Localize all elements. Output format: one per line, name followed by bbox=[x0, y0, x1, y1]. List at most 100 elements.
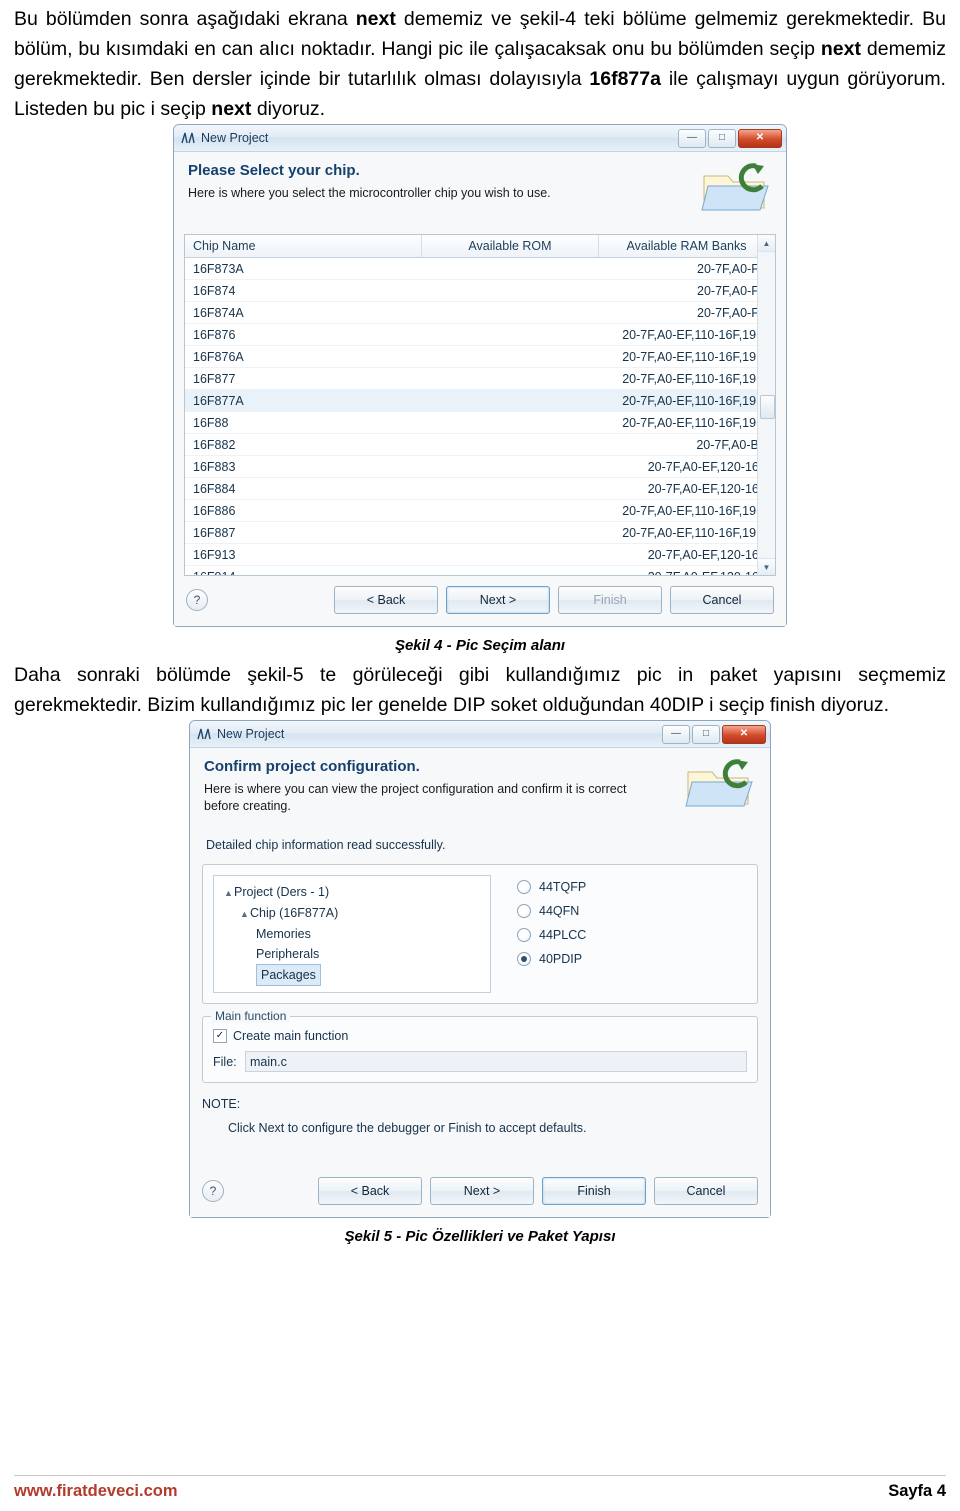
cell-available-ram-banks: 20-7F,A0-FF bbox=[598, 257, 775, 280]
table-row[interactable]: 16F886 20-7F,A0-EF,110-16F,19... bbox=[185, 499, 775, 522]
dialog2-header: Confirm project configuration. Here is w… bbox=[190, 748, 770, 826]
cell-available-ram-banks: 20-7F,A0-EF,110-16F,19... bbox=[598, 389, 775, 412]
cell-chip-name: 16F884 bbox=[185, 477, 422, 500]
close-button[interactable]: ✕ bbox=[738, 128, 782, 148]
table-row[interactable]: 16F884 20-7F,A0-EF,120-16F bbox=[185, 477, 775, 500]
tree-expander-icon[interactable]: ▲ bbox=[240, 904, 250, 924]
project-tree[interactable]: ▲Project (Ders - 1) ▲Chip (16F877A) Memori… bbox=[213, 875, 491, 993]
cell-available-ram-banks: 20-7F,A0-EF,110-16F,19... bbox=[598, 499, 775, 522]
table-row[interactable]: 16F913 20-7F,A0-EF,120-16F bbox=[185, 543, 775, 566]
next-button[interactable]: Next > bbox=[430, 1177, 534, 1205]
cancel-button[interactable]: Cancel bbox=[654, 1177, 758, 1205]
cell-available-rom bbox=[421, 455, 599, 478]
table-row[interactable]: 16F877A 20-7F,A0-EF,110-16F,19... bbox=[185, 389, 775, 412]
folder-icon bbox=[682, 756, 758, 812]
chip-config-group: ▲Project (Ders - 1) ▲Chip (16F877A) Memori… bbox=[202, 864, 758, 1004]
column-header-available-rom[interactable]: Available ROM bbox=[421, 235, 599, 258]
dialog2-heading: Confirm project configuration. bbox=[204, 758, 420, 775]
radio-button[interactable] bbox=[517, 904, 531, 918]
file-row: File: main.c bbox=[213, 1051, 747, 1072]
maximize-button[interactable]: □ bbox=[692, 724, 720, 744]
chip-table: Chip Name Available ROM Available RAM Ba… bbox=[185, 235, 775, 575]
tree-item[interactable]: ▲Project (Ders - 1) bbox=[222, 882, 482, 903]
close-button[interactable]: ✕ bbox=[722, 724, 766, 744]
radio-button[interactable] bbox=[517, 880, 531, 894]
back-button[interactable]: < Back bbox=[334, 586, 438, 614]
tree-expander-icon[interactable]: ▲ bbox=[224, 883, 234, 903]
package-radio-group[interactable]: 44TQFP 44QFN 44PLCC 40PDIP bbox=[491, 875, 586, 993]
emphasis-text: next bbox=[820, 38, 861, 60]
footer-website[interactable]: www.firatdeveci.com bbox=[14, 1482, 178, 1501]
table-row[interactable]: 16F874 20-7F,A0-FF bbox=[185, 279, 775, 302]
radio-button[interactable] bbox=[517, 952, 531, 966]
column-header-available-ram-banks[interactable]: Available RAM Banks bbox=[598, 235, 775, 258]
cell-available-rom bbox=[421, 521, 599, 544]
table-row[interactable]: 16F914 20-7F,A0-EF,120-16F bbox=[185, 565, 775, 575]
scroll-down-icon[interactable]: ▼ bbox=[758, 558, 775, 575]
table-row[interactable]: 16F874A 20-7F,A0-FF bbox=[185, 301, 775, 324]
cell-chip-name: 16F914 bbox=[185, 565, 422, 575]
finish-button[interactable]: Finish bbox=[542, 1177, 646, 1205]
app-icon bbox=[181, 131, 196, 146]
figure-4-container: New Project — □ ✕ Please Select your chi… bbox=[14, 124, 946, 627]
next-button[interactable]: Next > bbox=[446, 586, 550, 614]
cancel-button[interactable]: Cancel bbox=[670, 586, 774, 614]
cell-chip-name: 16F876 bbox=[185, 323, 422, 346]
column-header-chip-name[interactable]: Chip Name bbox=[185, 235, 422, 258]
package-option[interactable]: 44PLCC bbox=[517, 923, 586, 947]
body-text: Daha sonraki bölümde şekil-5 te görülece… bbox=[14, 664, 946, 716]
cell-available-ram-banks: 20-7F,A0-EF,110-16F,19... bbox=[598, 411, 775, 434]
body-text: diyoruz. bbox=[251, 98, 326, 120]
cell-chip-name: 16F877A bbox=[185, 389, 422, 412]
radio-button[interactable] bbox=[517, 928, 531, 942]
tree-item[interactable]: Peripherals bbox=[222, 944, 482, 964]
new-project-chip-dialog: New Project — □ ✕ Please Select your chi… bbox=[173, 124, 787, 627]
minimize-button[interactable]: — bbox=[662, 724, 690, 744]
back-button[interactable]: < Back bbox=[318, 1177, 422, 1205]
table-row[interactable]: 16F887 20-7F,A0-EF,110-16F,19... bbox=[185, 521, 775, 544]
table-row[interactable]: 16F876A 20-7F,A0-EF,110-16F,19... bbox=[185, 345, 775, 368]
cell-available-rom bbox=[421, 323, 599, 346]
table-row[interactable]: 16F873A 20-7F,A0-FF bbox=[185, 257, 775, 280]
package-option[interactable]: 40PDIP bbox=[517, 947, 586, 971]
paragraph-top: Bu bölümden sonra aşağıdaki ekrana next … bbox=[14, 0, 946, 124]
tree-item-label: Memories bbox=[256, 927, 311, 941]
table-row[interactable]: 16F883 20-7F,A0-EF,120-16F bbox=[185, 455, 775, 478]
cell-chip-name: 16F876A bbox=[185, 345, 422, 368]
chip-table-area[interactable]: Chip Name Available ROM Available RAM Ba… bbox=[184, 234, 776, 576]
package-option[interactable]: 44TQFP bbox=[517, 875, 586, 899]
cell-chip-name: 16F886 bbox=[185, 499, 422, 522]
cell-chip-name: 16F887 bbox=[185, 521, 422, 544]
create-main-function-row[interactable]: ✓ Create main function bbox=[213, 1029, 747, 1043]
minimize-button[interactable]: — bbox=[678, 128, 706, 148]
tree-item-label: Packages bbox=[256, 964, 321, 986]
table-row[interactable]: 16F876 20-7F,A0-EF,110-16F,19... bbox=[185, 323, 775, 346]
help-icon[interactable]: ? bbox=[202, 1180, 224, 1202]
file-name-input[interactable]: main.c bbox=[245, 1051, 747, 1072]
table-row[interactable]: 16F877 20-7F,A0-EF,110-16F,19... bbox=[185, 367, 775, 390]
tree-item-label: Peripherals bbox=[256, 947, 320, 961]
chip-table-scrollbar[interactable]: ▲ ▼ bbox=[757, 235, 775, 575]
cell-chip-name: 16F913 bbox=[185, 543, 422, 566]
scroll-up-icon[interactable]: ▲ bbox=[758, 235, 775, 252]
help-icon[interactable]: ? bbox=[186, 589, 208, 611]
package-option[interactable]: 44QFN bbox=[517, 899, 586, 923]
dialog1-subtitle: Here is where you select the microcontro… bbox=[188, 186, 551, 200]
tree-item[interactable]: Memories bbox=[222, 924, 482, 944]
folder-icon bbox=[698, 160, 774, 216]
tree-item[interactable]: ▲Chip (16F877A) bbox=[222, 903, 482, 924]
cell-chip-name: 16F874A bbox=[185, 301, 422, 324]
dialog2-body: Confirm project configuration. Here is w… bbox=[190, 748, 770, 1217]
maximize-button[interactable]: □ bbox=[708, 128, 736, 148]
cell-chip-name: 16F874 bbox=[185, 279, 422, 302]
cell-available-ram-banks: 20-7F,A0-EF,120-16F bbox=[598, 455, 775, 478]
table-row[interactable]: 16F88 20-7F,A0-EF,110-16F,19... bbox=[185, 411, 775, 434]
cell-chip-name: 16F877 bbox=[185, 367, 422, 390]
table-row[interactable]: 16F882 20-7F,A0-BF bbox=[185, 433, 775, 456]
document-page: Bu bölümden sonra aşağıdaki ekrana next … bbox=[0, 0, 960, 1511]
create-main-function-checkbox[interactable]: ✓ bbox=[213, 1029, 227, 1043]
dialog1-window-buttons: — □ ✕ bbox=[678, 128, 782, 148]
scrollbar-thumb[interactable] bbox=[760, 395, 775, 419]
tree-item[interactable]: Packages bbox=[222, 964, 482, 986]
finish-button: Finish bbox=[558, 586, 662, 614]
